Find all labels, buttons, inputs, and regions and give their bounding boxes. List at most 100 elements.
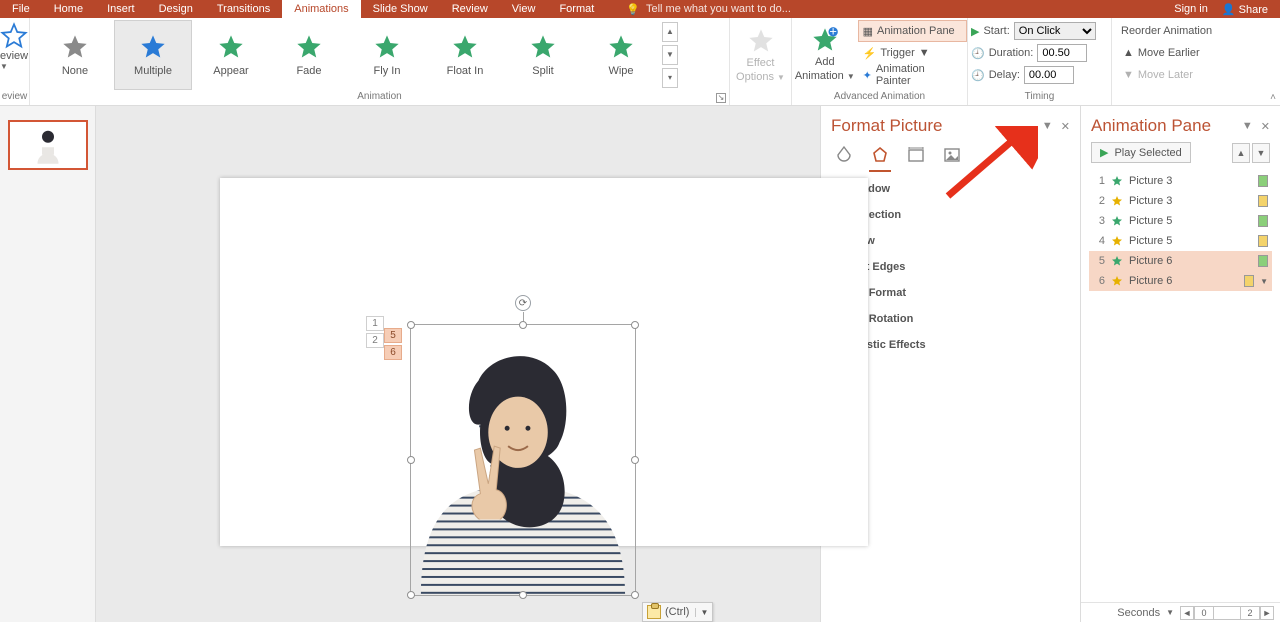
- move-later-label: Move Later: [1138, 69, 1193, 81]
- painter-icon: ✦: [863, 69, 872, 82]
- trigger-button[interactable]: ⚡ Trigger ▼: [858, 42, 967, 64]
- animation-list-item[interactable]: 4 Picture 5: [1089, 231, 1272, 251]
- slide-thumbnail-1[interactable]: [8, 120, 88, 170]
- tab-home[interactable]: Home: [42, 0, 95, 18]
- timing-delay-row: 🕘 Delay:: [968, 64, 1077, 86]
- gallery-scroll-down[interactable]: ▼: [662, 45, 678, 65]
- tab-transitions[interactable]: Transitions: [205, 0, 282, 18]
- picture-tab[interactable]: [941, 144, 963, 166]
- resize-handle[interactable]: [519, 591, 527, 599]
- paste-options-popup[interactable]: (Ctrl) ▼: [642, 602, 713, 622]
- move-earlier-button[interactable]: ▲Move Earlier: [1118, 42, 1205, 64]
- preview-label: eview: [0, 50, 28, 62]
- close-icon[interactable]: ✕: [1061, 120, 1070, 133]
- collapse-ribbon-icon[interactable]: ˄: [1270, 92, 1276, 103]
- resize-handle[interactable]: [407, 591, 415, 599]
- resize-handle[interactable]: [631, 321, 639, 329]
- pane-menu-icon[interactable]: ▼: [1042, 120, 1053, 133]
- up-icon: ▲: [1123, 47, 1134, 59]
- trigger-label: Trigger: [880, 47, 914, 59]
- signin-link[interactable]: Sign in: [1174, 3, 1208, 15]
- animation-list-item[interactable]: 2 Picture 3: [1089, 191, 1272, 211]
- animation-tag[interactable]: 2: [366, 333, 384, 348]
- animation-painter-button[interactable]: ✦ Animation Painter: [858, 64, 967, 86]
- tab-insert[interactable]: Insert: [95, 0, 147, 18]
- play-selected-button[interactable]: ▶Play Selected: [1091, 142, 1191, 163]
- animation-tag[interactable]: 1: [366, 316, 384, 331]
- fill-tab[interactable]: [833, 144, 855, 166]
- animation-list-item[interactable]: 1 Picture 3: [1089, 171, 1272, 191]
- animation-tag[interactable]: 6: [384, 345, 402, 360]
- animation-target-label: Picture 6: [1129, 255, 1172, 267]
- animation-tag[interactable]: 5: [384, 328, 402, 343]
- gallery-expand[interactable]: ▾: [662, 68, 678, 88]
- timeline-scroll[interactable]: ◄02►: [1180, 606, 1274, 620]
- animation-list-item[interactable]: 5 Picture 6: [1089, 251, 1272, 271]
- animation-gallery-item[interactable]: Appear: [192, 20, 270, 90]
- chevron-down-icon[interactable]: ▼: [1260, 277, 1268, 286]
- slide-canvas[interactable]: ⟳: [96, 106, 820, 622]
- resize-handle[interactable]: [631, 591, 639, 599]
- animation-list-item[interactable]: 3 Picture 5: [1089, 211, 1272, 231]
- clock-icon: 🕘: [971, 69, 985, 82]
- workspace: ⟳: [0, 106, 1280, 622]
- gallery-item-label: Appear: [213, 65, 248, 77]
- animation-gallery-item[interactable]: Fly In: [348, 20, 426, 90]
- move-down-button[interactable]: ▼: [1252, 143, 1270, 163]
- animation-pane-label: Animation Pane: [877, 25, 955, 37]
- delay-input[interactable]: [1024, 66, 1074, 84]
- picture-selection[interactable]: ⟳: [410, 324, 636, 596]
- animation-dialog-launcher[interactable]: ↘: [716, 93, 726, 103]
- animation-gallery-item[interactable]: Multiple: [114, 20, 192, 90]
- add-animation-button[interactable]: + Add Animation ▼: [792, 18, 858, 90]
- gallery-item-label: Float In: [447, 65, 484, 77]
- duration-bar: [1258, 195, 1268, 207]
- add-animation-label2: Animation: [795, 70, 844, 82]
- gallery-item-label: Multiple: [134, 65, 172, 77]
- tab-file[interactable]: File: [0, 0, 42, 18]
- start-select[interactable]: On Click: [1014, 22, 1096, 40]
- duration-input[interactable]: [1037, 44, 1087, 62]
- tab-slideshow[interactable]: Slide Show: [361, 0, 440, 18]
- effects-tab[interactable]: [869, 144, 891, 166]
- thumbnail-preview: [33, 126, 63, 164]
- animation-target-label: Picture 3: [1129, 175, 1172, 187]
- tab-animations[interactable]: Animations: [282, 0, 360, 18]
- share-button[interactable]: 👤 Share: [1222, 3, 1268, 16]
- format-picture-tabs: [821, 142, 1080, 176]
- tab-view[interactable]: View: [500, 0, 548, 18]
- size-tab[interactable]: [905, 144, 927, 166]
- move-later-button: ▼Move Later: [1118, 64, 1198, 86]
- animation-gallery-item[interactable]: Float In: [426, 20, 504, 90]
- delay-label: Delay:: [989, 69, 1020, 81]
- animation-gallery-item[interactable]: None: [36, 20, 114, 90]
- tab-design[interactable]: Design: [147, 0, 205, 18]
- tab-format[interactable]: Format: [547, 0, 606, 18]
- tell-me[interactable]: 💡 Tell me what you want to do...: [606, 0, 1162, 18]
- star-icon: [607, 33, 635, 61]
- resize-handle[interactable]: [519, 321, 527, 329]
- preview-icon[interactable]: [0, 22, 28, 50]
- rotate-handle[interactable]: ⟳: [515, 295, 531, 311]
- animation-gallery-item[interactable]: Split: [504, 20, 582, 90]
- picture-content: [411, 325, 635, 595]
- animation-pane-toggle[interactable]: ▦ Animation Pane: [858, 20, 967, 42]
- animation-gallery-item[interactable]: Fade: [270, 20, 348, 90]
- resize-handle[interactable]: [407, 321, 415, 329]
- pane-menu-icon[interactable]: ▼: [1242, 120, 1253, 133]
- resize-handle[interactable]: [631, 456, 639, 464]
- format-picture-title: Format Picture: [831, 116, 942, 136]
- play-icon: ▶: [971, 25, 979, 38]
- star-icon: [529, 33, 557, 61]
- animation-list-item[interactable]: 6 Picture 6 ▼: [1089, 271, 1272, 291]
- close-icon[interactable]: ✕: [1261, 120, 1270, 133]
- animation-gallery-item[interactable]: Wipe: [582, 20, 660, 90]
- chevron-down-icon: ▼: [777, 73, 785, 82]
- resize-handle[interactable]: [407, 456, 415, 464]
- gallery-scroll-up[interactable]: ▲: [662, 22, 678, 42]
- move-up-button[interactable]: ▲: [1232, 143, 1250, 163]
- chevron-down-icon[interactable]: ▼: [0, 62, 8, 71]
- timing-start-row: ▶ Start: On Click: [968, 20, 1099, 42]
- chevron-down-icon[interactable]: ▼: [695, 608, 708, 617]
- tab-review[interactable]: Review: [440, 0, 500, 18]
